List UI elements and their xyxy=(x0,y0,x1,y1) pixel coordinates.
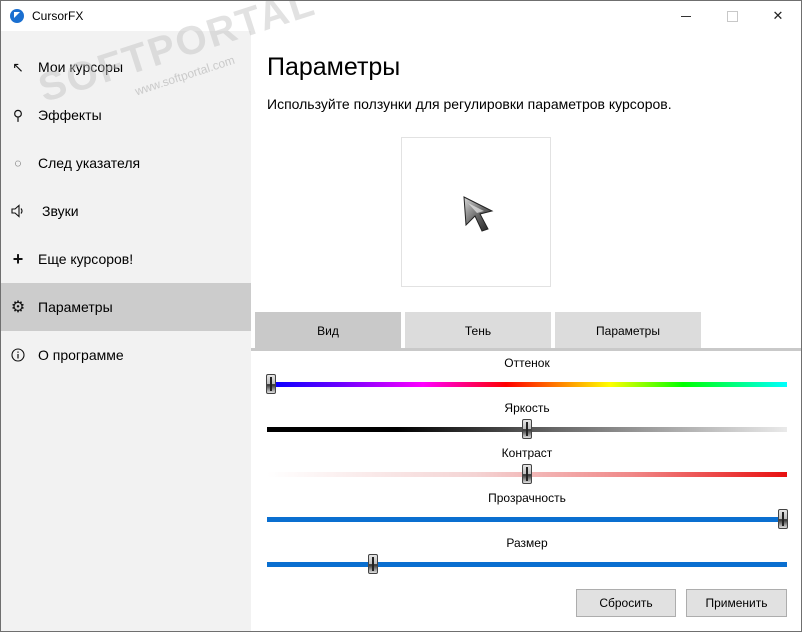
info-icon xyxy=(10,347,26,363)
sidebar-item-label: Параметры xyxy=(38,299,113,315)
cursor-preview-icon xyxy=(463,196,494,232)
slider-thumb-brightness[interactable] xyxy=(522,419,532,439)
cursorfx-window: CursorFX ✕ ↖ Мои курсоры ⚲ Эффекты ◌ Сле… xyxy=(0,0,802,632)
slider-label-brightness: Яркость xyxy=(504,401,550,415)
sidebar-item-label: След указателя xyxy=(38,155,141,171)
cursor-preview xyxy=(401,137,551,287)
slider-label-size: Размер xyxy=(506,536,548,550)
tab-shadow[interactable]: Тень xyxy=(405,312,551,350)
sidebar-item-more-cursors[interactable]: + Еще курсоров! xyxy=(1,235,251,283)
slider-thumb-hue[interactable] xyxy=(266,374,276,394)
sidebar-item-about[interactable]: О программе xyxy=(1,331,251,379)
sidebar-item-label: Мои курсоры xyxy=(38,59,124,75)
close-button[interactable]: ✕ xyxy=(755,1,801,31)
sidebar-item-settings[interactable]: ⚙ Параметры xyxy=(1,283,251,331)
tab-parameters[interactable]: Параметры xyxy=(555,312,701,350)
minimize-button[interactable] xyxy=(663,1,709,31)
slider-thumb-opacity[interactable] xyxy=(778,509,788,529)
sidebar: ↖ Мои курсоры ⚲ Эффекты ◌ След указателя… xyxy=(1,31,251,631)
slider-thumb-contrast[interactable] xyxy=(522,464,532,484)
title-bar: CursorFX ✕ xyxy=(1,1,801,31)
slider-track-size[interactable] xyxy=(267,562,787,567)
page-title: Параметры xyxy=(267,53,401,81)
sidebar-item-trail[interactable]: ◌ След указателя xyxy=(1,139,251,187)
arrow-pointer-icon: ↖ xyxy=(12,58,24,75)
slider-label-contrast: Контраст xyxy=(501,446,553,460)
slider-track-hue[interactable] xyxy=(267,382,787,387)
maximize-button[interactable] xyxy=(709,1,755,31)
apply-button[interactable]: Применить xyxy=(686,589,787,617)
tab-view[interactable]: Вид xyxy=(255,312,401,350)
magic-wand-icon: ⚲ xyxy=(12,106,24,123)
app-logo-icon xyxy=(10,9,24,23)
reset-button[interactable]: Сбросить xyxy=(576,589,676,617)
tab-divider xyxy=(251,348,801,351)
gear-icon: ⚙ xyxy=(10,299,26,316)
sidebar-item-label: О программе xyxy=(38,347,124,363)
sidebar-item-my-cursors[interactable]: ↖ Мои курсоры xyxy=(1,43,251,91)
sidebar-item-label: Звуки xyxy=(42,203,79,219)
window-title: CursorFX xyxy=(32,9,84,23)
speaker-icon xyxy=(10,203,26,219)
slider-label-hue: Оттенок xyxy=(504,356,550,370)
sidebar-item-sounds[interactable]: Звуки xyxy=(1,187,251,235)
plus-icon: + xyxy=(12,248,24,269)
sidebar-item-effects[interactable]: ⚲ Эффекты xyxy=(1,91,251,139)
slider-track-opacity[interactable] xyxy=(267,517,787,522)
sidebar-item-label: Эффекты xyxy=(38,107,102,123)
slider-label-opacity: Прозрачность xyxy=(488,491,566,505)
slider-thumb-size[interactable] xyxy=(368,554,379,574)
page-subtitle: Используйте ползунки для регулировки пар… xyxy=(267,96,672,112)
sidebar-item-label: Еще курсоров! xyxy=(38,251,134,267)
trail-icon: ◌ xyxy=(14,156,22,170)
